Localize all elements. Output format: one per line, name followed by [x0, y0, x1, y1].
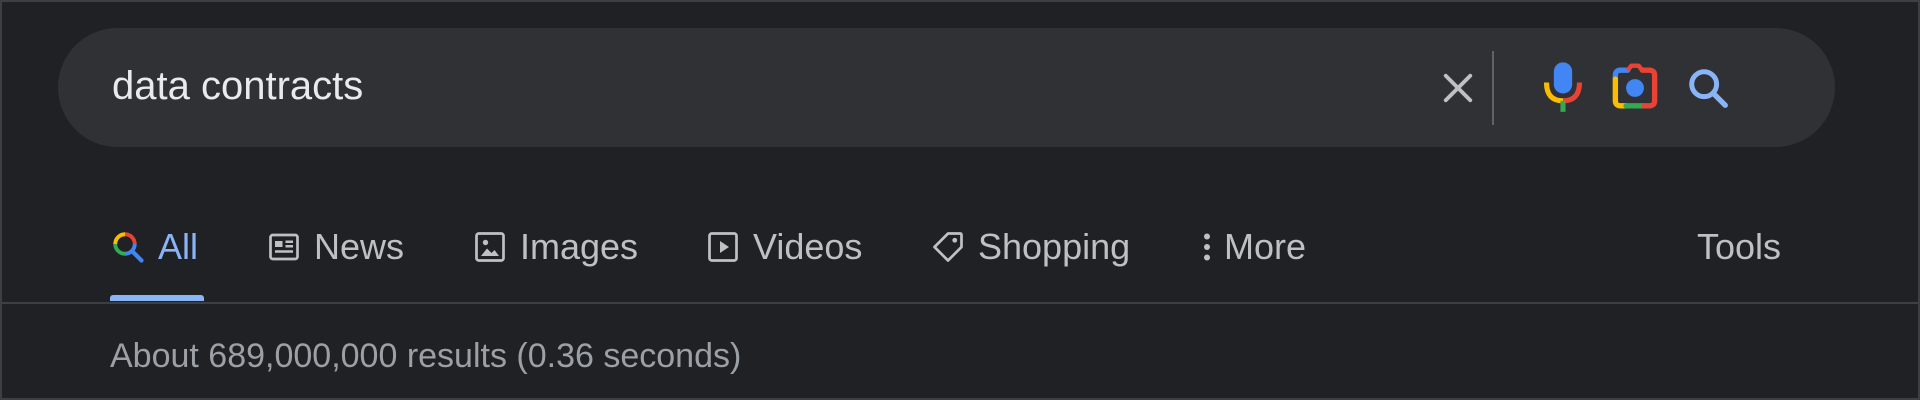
- microphone-icon: [1543, 62, 1583, 112]
- tab-label: Videos: [753, 226, 863, 267]
- google-search-icon: [110, 229, 146, 265]
- tab-label: Images: [520, 226, 639, 267]
- search-bar-divider: [1492, 51, 1494, 125]
- voice-search-button[interactable]: [1533, 58, 1593, 118]
- search-icon: [1689, 69, 1728, 108]
- tab-label: All: [158, 226, 199, 267]
- tab-all[interactable]: All: [110, 222, 198, 272]
- active-tab-indicator: [110, 295, 204, 301]
- tab-label: News: [314, 226, 405, 267]
- image-icon: [472, 229, 508, 265]
- tab-videos[interactable]: Videos: [705, 222, 862, 272]
- tag-icon: [930, 229, 966, 265]
- tab-shopping[interactable]: Shopping: [930, 222, 1130, 272]
- more-vert-icon: [1200, 229, 1214, 265]
- tab-news[interactable]: News: [266, 222, 404, 272]
- tab-more[interactable]: More: [1200, 222, 1306, 272]
- search-tabs: All News Images Videos Shopping More Too…: [0, 200, 1920, 301]
- result-stats: About 689,000,000 results (0.36 seconds): [110, 337, 742, 375]
- tab-images[interactable]: Images: [472, 222, 638, 272]
- close-icon: [1443, 73, 1473, 103]
- play-video-icon: [705, 229, 741, 265]
- tools-button[interactable]: Tools: [1697, 222, 1781, 272]
- tools-label: Tools: [1697, 226, 1782, 267]
- tab-label: More: [1224, 226, 1307, 267]
- clear-button[interactable]: [1428, 58, 1488, 118]
- lens-search-button[interactable]: [1605, 58, 1665, 118]
- tabs-divider: [0, 302, 1920, 304]
- tab-label: Shopping: [978, 226, 1131, 267]
- search-input[interactable]: [112, 60, 1412, 112]
- camera-lens-icon: [1612, 63, 1658, 109]
- search-bar[interactable]: [58, 28, 1835, 147]
- search-submit-button[interactable]: [1678, 58, 1738, 118]
- newspaper-icon: [266, 229, 302, 265]
